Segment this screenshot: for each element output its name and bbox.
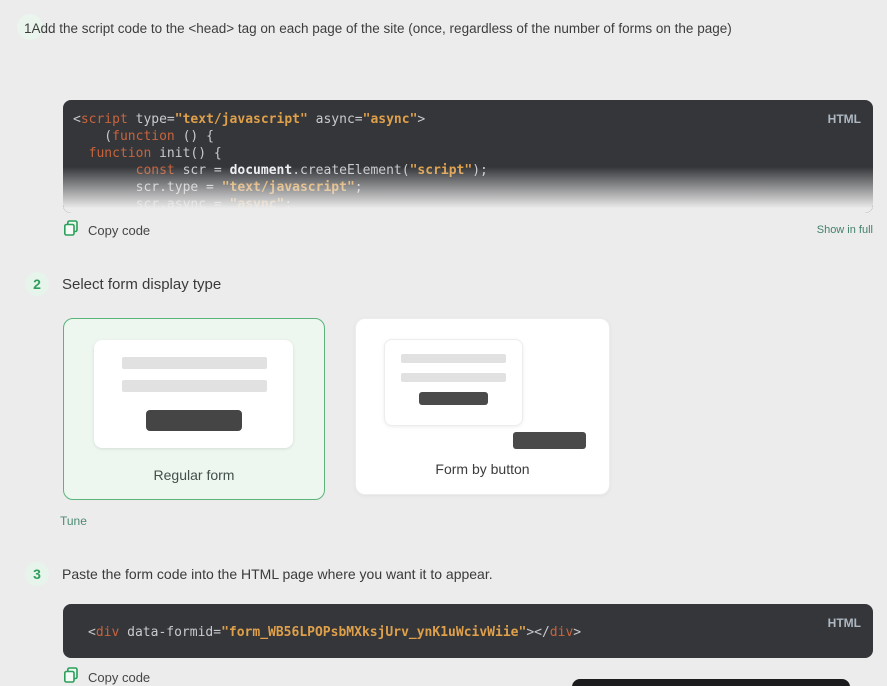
step-2-title: Select form display type: [62, 275, 222, 293]
form-embed-code-block: HTML <div data-formid="form_WB56LPOPsbMX…: [63, 604, 873, 658]
embed-form-instructions-page: 1Add the script code to the <head> tag o…: [0, 0, 887, 686]
copy-icon: [63, 667, 79, 686]
preview-trigger-button: [513, 432, 586, 449]
form-embed-code: <div data-formid="form_WB56LPOPsbMXksjUr…: [88, 625, 582, 640]
step-2-header: 2 Select form display type: [25, 272, 221, 296]
step-2-number-badge: 2: [25, 272, 49, 296]
display-type-card-form-by-button[interactable]: Form by button: [355, 318, 610, 495]
preview-submit-button: [146, 410, 242, 431]
display-type-card-regular-form[interactable]: Regular form: [63, 318, 325, 500]
step-1-title: Add the script code to the <head> tag on…: [31, 21, 732, 36]
code-block-2-actions: Copy code: [63, 667, 150, 686]
show-in-full-link[interactable]: Show in full: [817, 224, 873, 236]
button-form-preview: [384, 339, 523, 426]
copy-code-button[interactable]: Copy code: [63, 220, 150, 240]
preview-text-line: [122, 357, 267, 369]
step-1-header: 1Add the script code to the <head> tag o…: [17, 12, 732, 40]
step-3-number-badge: 3: [25, 562, 49, 586]
copy-icon: [63, 220, 79, 240]
step-3-title: Paste the form code into the HTML page w…: [62, 566, 493, 582]
step-1-number: 1: [24, 21, 32, 36]
step-1-title-row: 1Add the script code to the <head> tag o…: [17, 12, 732, 36]
copy-code-button[interactable]: Copy code: [63, 667, 150, 686]
preview-text-line: [401, 373, 506, 382]
code-fade-overlay: [63, 167, 873, 213]
preview-submit-button: [419, 392, 488, 405]
preview-text-line: [122, 380, 267, 392]
regular-form-card-label: Regular form: [153, 467, 235, 483]
step-3-header: 3 Paste the form code into the HTML page…: [25, 562, 493, 586]
code-language-badge: HTML: [827, 112, 861, 126]
copy-code-label: Copy code: [88, 669, 151, 685]
code-block-1-actions: Copy code Show in full: [63, 220, 873, 240]
code-language-badge: HTML: [827, 616, 861, 630]
bottom-panel-edge: [572, 679, 850, 686]
copy-code-label: Copy code: [88, 222, 151, 238]
preview-text-line: [401, 354, 506, 363]
form-by-button-card-label: Form by button: [435, 461, 530, 477]
tune-link[interactable]: Tune: [60, 514, 87, 528]
regular-form-preview: [94, 340, 293, 448]
head-script-code-block: HTML <script type="text/javascript" asyn…: [63, 100, 873, 213]
